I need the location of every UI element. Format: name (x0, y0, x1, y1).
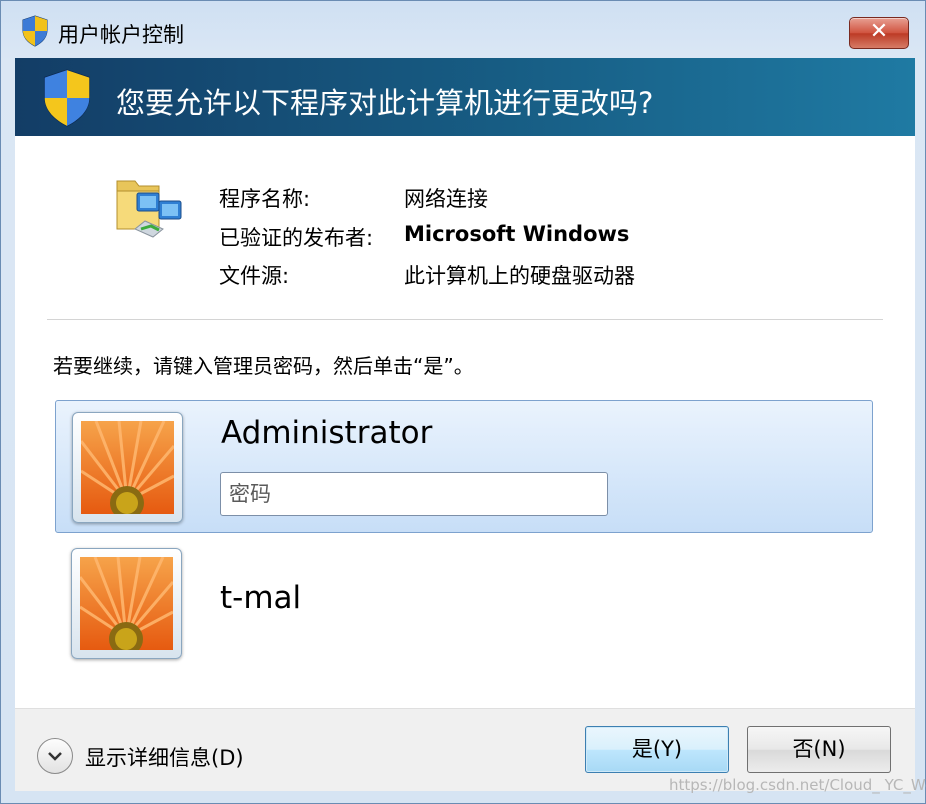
password-input[interactable] (220, 472, 608, 516)
uac-shield-icon (22, 15, 48, 47)
no-button[interactable]: 否(N) (747, 726, 891, 773)
account-name: Administrator (221, 415, 433, 451)
uac-shield-icon (43, 69, 91, 127)
watermark-text: https://blog.csdn.net/Cloud_ YC_Wei (669, 776, 926, 794)
program-name-value: 网络连接 (404, 187, 488, 211)
show-details-toggle[interactable] (37, 738, 73, 774)
yes-button[interactable]: 是(Y) (585, 726, 729, 773)
network-connections-icon (116, 180, 182, 238)
publisher-label: 已验证的发布者: (219, 226, 374, 250)
dialog-content: 程序名称: 网络连接 已验证的发布者: Microsoft Windows 文件… (15, 136, 915, 708)
instruction-text: 若要继续，请键入管理员密码，然后单击“是”。 (53, 354, 474, 378)
account-tile-administrator[interactable]: Administrator (55, 400, 873, 533)
chevron-down-icon (48, 752, 62, 761)
prompt-banner: 您要允许以下程序对此计算机进行更改吗? (15, 58, 915, 136)
window-title: 用户帐户控制 (58, 23, 184, 47)
program-name-label: 程序名称: (219, 187, 311, 211)
show-details-link[interactable]: 显示详细信息(D) (85, 742, 244, 772)
close-button[interactable]: ✕ (849, 17, 909, 49)
publisher-value: Microsoft Windows (404, 222, 630, 246)
prompt-question: 您要允许以下程序对此计算机进行更改吗? (116, 86, 654, 120)
avatar (72, 412, 183, 523)
flower-avatar-icon (80, 557, 173, 650)
flower-avatar-icon (81, 421, 174, 514)
uac-dialog: 用户帐户控制 ✕ 您要允许以下程序对此计算机进行更改吗? 程序名称: 网络连接 (0, 0, 926, 804)
divider (47, 319, 883, 320)
avatar (71, 548, 182, 659)
file-origin-value: 此计算机上的硬盘驱动器 (404, 264, 635, 288)
file-origin-label: 文件源: (219, 264, 290, 288)
account-tile-t-mal[interactable]: t-mal (55, 540, 873, 673)
account-name: t-mal (220, 580, 302, 616)
title-bar[interactable]: 用户帐户控制 ✕ (1, 1, 925, 57)
